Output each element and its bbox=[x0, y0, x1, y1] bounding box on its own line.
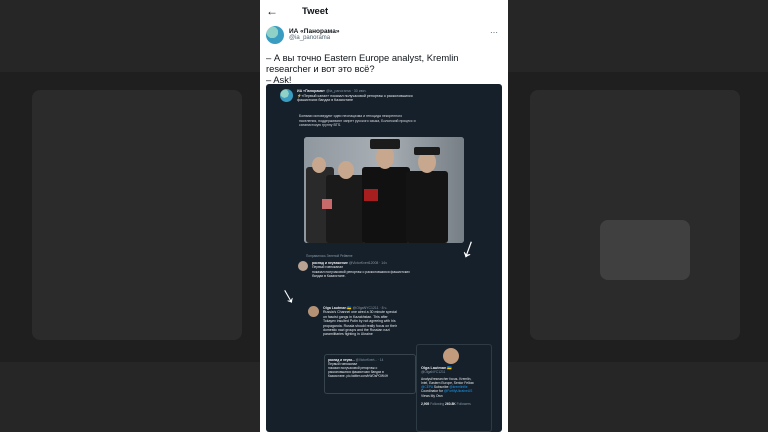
embedded-line: Казахстане. pic.twitter.com/bWOsPOW4H bbox=[328, 374, 389, 379]
followers-count: 260.8K bbox=[445, 402, 456, 407]
profile-hovercard: Olga Lautman 🇺🇦 @OlgaNYC1211 Analyst/res… bbox=[416, 344, 492, 432]
tweet-line: – А вы точно Eastern Europe analyst, Kre… bbox=[266, 52, 459, 63]
quoted-name: ИА «Панорама» bbox=[297, 89, 325, 93]
tweet-header: ← Tweet bbox=[260, 0, 508, 22]
following-label: Following bbox=[430, 402, 445, 407]
reply-handle: @VictorKvert12008 · 14ч bbox=[348, 261, 387, 265]
avatar[interactable] bbox=[266, 26, 284, 44]
news-photo bbox=[304, 137, 464, 243]
background-blur-right bbox=[530, 90, 740, 340]
quoted-tweet-header: ИА «Панорама» @ia_panorama · 30 июн. ⚡«П… bbox=[266, 84, 502, 103]
tweet-line: researcher и вот это всё? bbox=[266, 63, 375, 74]
page-title: Tweet bbox=[302, 5, 329, 17]
background-blur-spot bbox=[600, 220, 690, 280]
hovercard-handle: @OlgaNYC1211 bbox=[421, 370, 446, 375]
author-name[interactable]: ИА «Панорама» bbox=[289, 28, 340, 35]
following-count: 2,905 bbox=[421, 402, 430, 407]
background-blur-left bbox=[32, 90, 242, 340]
bio-text: Coordinator for bbox=[421, 389, 443, 394]
reply-avatar bbox=[298, 261, 308, 271]
quoted-handle: @ia_panorama · 30 июн. bbox=[325, 89, 367, 93]
back-arrow-icon[interactable]: ← bbox=[266, 4, 282, 18]
tweet-text: – А вы точно Eastern Europe analyst, Kre… bbox=[260, 44, 508, 85]
tweet-card: ← Tweet ИА «Панорама» @ia_panorama ⋯ – А… bbox=[260, 0, 508, 432]
quoted-body: Боевики исповедуют идеи неонацизма и ген… bbox=[299, 114, 459, 128]
white-arrow-left: ↓ bbox=[275, 280, 300, 311]
reply-line: бандах в Казахстане. bbox=[312, 274, 346, 279]
quote-tweet: Olga Lautman 🇺🇦 @OlgaNYC1211 · 8 ч. Russ… bbox=[308, 306, 438, 337]
quote-line: paramilitaries fighting in Ukraine bbox=[323, 332, 373, 337]
reply-name: распад и неуважение bbox=[312, 261, 348, 265]
embedded-handle: @VictorKvert... · 14 bbox=[355, 358, 384, 362]
quoted-avatar bbox=[280, 89, 293, 102]
embedded-quote-card: распад и неува... @VictorKvert... · 14 П… bbox=[324, 354, 416, 394]
quote-name: Olga Lautman 🇺🇦 bbox=[323, 306, 352, 310]
attached-screenshot[interactable]: ИА «Панорама» @ia_panorama · 30 июн. ⚡«П… bbox=[266, 84, 502, 432]
tweet-author[interactable]: ИА «Панорама» @ia_panorama ⋯ bbox=[260, 22, 508, 44]
reply-tweet: Понравилось Зеленой Рейвене распад и неу… bbox=[298, 254, 478, 279]
quote-handle: @OlgaNYC1211 · 8 ч. bbox=[352, 306, 388, 310]
author-handle[interactable]: @ia_panorama bbox=[289, 35, 340, 42]
bio-line: Views My Own bbox=[421, 393, 443, 398]
followers-label: Followers bbox=[456, 402, 471, 407]
liked-by-label: Понравилось Зеленой Рейвене bbox=[306, 254, 353, 258]
quoted-body-line: сатанистскую группу BTS. bbox=[299, 123, 342, 127]
more-dots-icon[interactable]: ⋯ bbox=[490, 28, 498, 37]
hovercard-avatar bbox=[443, 348, 459, 364]
quoted-line: фашистских бандах в Казахстане bbox=[297, 98, 354, 103]
bio-link: @FortifyUkraineUS bbox=[443, 389, 473, 394]
hovercard-bio: Analyst/researcher focus- Kremlin, Intel… bbox=[421, 377, 487, 398]
hovercard-stats: 2,905 Following 260.8K Followers bbox=[421, 402, 487, 406]
quote-line: Tokayev insulted Putin by not agreeing w… bbox=[323, 319, 396, 324]
quote-avatar bbox=[308, 306, 319, 317]
